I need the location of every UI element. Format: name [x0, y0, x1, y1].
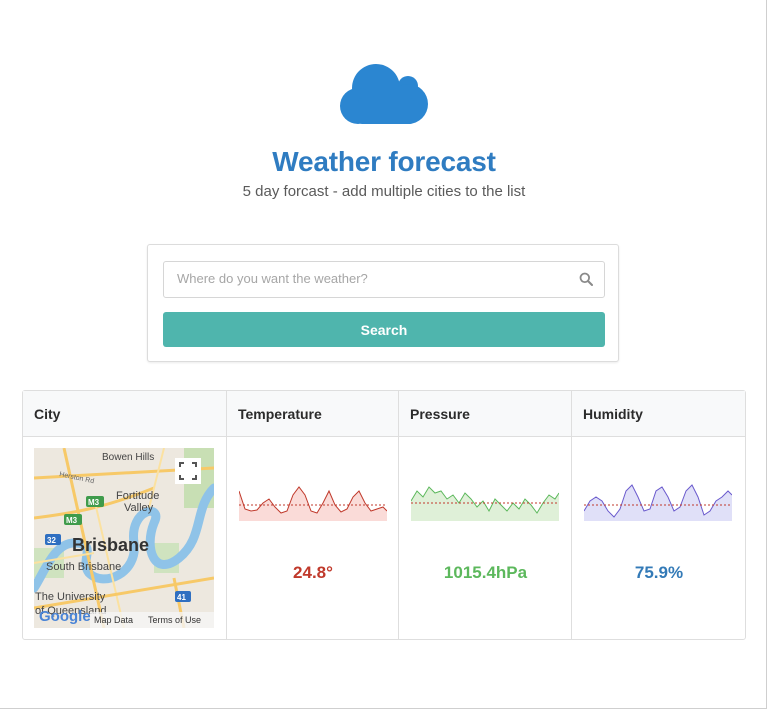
- column-header-city: City: [34, 406, 61, 422]
- terms-of-use-link[interactable]: Terms of Use: [148, 615, 201, 625]
- map-canvas: Bowen Hills Herston Rd Fortitude Valley …: [34, 448, 214, 628]
- weather-table: City Bowen Hills Herston Rd Fortitude Va…: [22, 390, 746, 640]
- road-shield-32: 32: [47, 536, 56, 545]
- map-data-link[interactable]: Map Data: [94, 615, 133, 625]
- humidity-sparkline: [584, 484, 732, 521]
- humidity-column: Humidity 75.9%: [571, 391, 746, 639]
- temperature-sparkline: [239, 486, 387, 521]
- map-label-university: The University: [35, 591, 106, 603]
- road-shield-m3: M3: [88, 498, 100, 507]
- city-map[interactable]: Bowen Hills Herston Rd Fortitude Valley …: [34, 448, 214, 628]
- cloud-icon: [340, 64, 428, 124]
- temperature-value: 24.8°: [293, 563, 333, 582]
- temperature-column: Temperature 24.8°: [226, 391, 399, 639]
- google-logo: Google: [39, 608, 91, 625]
- search-button[interactable]: Search: [163, 312, 605, 347]
- map-label-valley: Valley: [124, 502, 154, 514]
- search-icon[interactable]: [579, 272, 593, 286]
- humidity-value: 75.9%: [634, 563, 684, 582]
- column-header-pressure: Pressure: [410, 406, 470, 422]
- city-column: City Bowen Hills Herston Rd Fortitude Va…: [23, 391, 226, 639]
- search-field[interactable]: [163, 261, 605, 298]
- search-panel: Search: [147, 244, 619, 362]
- map-label-fortitude: Fortitude: [116, 490, 159, 502]
- map-label-south-brisbane: South Brisbane: [46, 561, 121, 573]
- column-header-humidity: Humidity: [583, 406, 643, 422]
- road-shield-m3-2: M3: [66, 516, 78, 525]
- map-label-brisbane: Brisbane: [72, 535, 149, 555]
- page-header: Weather forecast 5 day forcast - add mul…: [0, 58, 768, 200]
- pressure-sparkline: [411, 486, 559, 521]
- search-input[interactable]: [164, 262, 567, 295]
- pressure-value: 1015.4hPa: [443, 563, 528, 582]
- column-header-temperature: Temperature: [238, 406, 322, 422]
- page-subtitle: 5 day forcast - add multiple cities to t…: [242, 183, 526, 200]
- map-label-bowen-hills: Bowen Hills: [102, 452, 154, 463]
- road-shield-41: 41: [177, 593, 186, 602]
- page-title: Weather forecast: [272, 146, 496, 177]
- pressure-column: Pressure 1015.4hPa: [398, 391, 572, 639]
